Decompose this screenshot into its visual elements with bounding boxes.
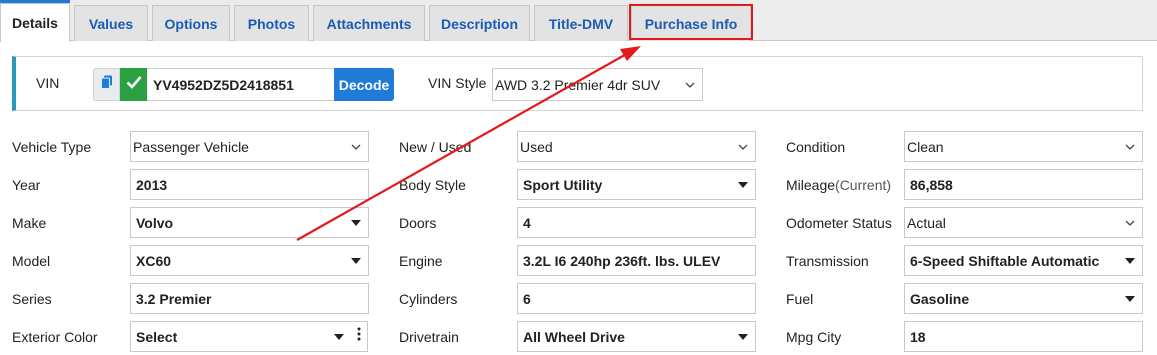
- caret-down-icon: [350, 217, 362, 229]
- odometer-status-label: Odometer Status: [786, 215, 892, 231]
- vehicle-type-select[interactable]: Passenger Vehicle: [130, 131, 369, 162]
- model-select[interactable]: XC60: [130, 245, 369, 276]
- model-value: XC60: [136, 252, 172, 269]
- tab-options[interactable]: Options: [152, 5, 230, 41]
- new-used-value: Used: [520, 138, 553, 155]
- exterior-color-select[interactable]: Select: [130, 321, 352, 352]
- chevron-down-icon: [1124, 217, 1136, 229]
- chevron-down-icon: [350, 141, 362, 153]
- exterior-color-options-button[interactable]: [351, 321, 368, 352]
- year-label: Year: [12, 177, 41, 193]
- body-style-value: Sport Utility: [523, 176, 603, 193]
- copy-icon: [100, 75, 113, 94]
- fuel-select[interactable]: Gasoline: [904, 283, 1143, 314]
- body-style-select[interactable]: Sport Utility: [517, 169, 756, 200]
- chevron-down-icon: [1124, 141, 1136, 153]
- fuel-value: Gasoline: [910, 290, 970, 307]
- make-label: Make: [12, 215, 47, 231]
- doors-input[interactable]: 4: [517, 207, 756, 238]
- transmission-label: Transmission: [786, 253, 869, 269]
- tab-title-dmv[interactable]: Title-DMV: [534, 5, 628, 41]
- vin-style-label: VIN Style: [428, 75, 487, 91]
- engine-input[interactable]: 3.2L I6 240hp 236ft. lbs. ULEV: [517, 245, 756, 276]
- condition-select[interactable]: Clean: [904, 131, 1143, 162]
- tab-bar: Details Values Options Photos Attachment…: [0, 0, 1157, 42]
- tab-description[interactable]: Description: [429, 5, 530, 41]
- caret-down-icon: [1124, 255, 1136, 267]
- mpg-city-input[interactable]: 18: [904, 321, 1143, 352]
- drivetrain-label: Drivetrain: [399, 329, 459, 345]
- cylinders-input[interactable]: 6: [517, 283, 756, 314]
- doors-label: Doors: [399, 215, 437, 231]
- fuel-label: Fuel: [786, 291, 814, 307]
- caret-down-icon: [1124, 293, 1136, 305]
- odometer-status-value: Actual: [907, 214, 946, 231]
- caret-down-icon: [333, 331, 345, 343]
- vin-label: VIN: [36, 75, 60, 91]
- exterior-color-label: Exterior Color: [12, 329, 98, 345]
- cylinders-label: Cylinders: [399, 291, 458, 307]
- make-select[interactable]: Volvo: [130, 207, 369, 238]
- mileage-label-text: Mileage: [786, 177, 836, 193]
- caret-down-icon: [737, 179, 749, 191]
- tab-values[interactable]: Values: [74, 5, 148, 41]
- vin-panel: VIN YV4952DZ5D2418851 Decode VIN Style A…: [12, 56, 1143, 111]
- check-icon: [126, 75, 142, 94]
- kebab-icon: [357, 327, 361, 346]
- mileage-input[interactable]: 86,858: [904, 169, 1143, 200]
- year-input[interactable]: 2013: [130, 169, 369, 200]
- decode-button[interactable]: Decode: [334, 68, 394, 101]
- series-label: Series: [12, 291, 52, 307]
- chevron-down-icon: [684, 79, 696, 91]
- tab-details[interactable]: Details: [0, 3, 70, 42]
- vin-style-value: AWD 3.2 Premier 4dr SUV: [495, 76, 661, 93]
- engine-label: Engine: [399, 253, 443, 269]
- vin-valid-indicator: [120, 68, 147, 101]
- caret-down-icon: [737, 331, 749, 343]
- tab-attachments[interactable]: Attachments: [313, 5, 425, 41]
- exterior-color-value: Select: [136, 328, 178, 345]
- mileage-label-sub: (Current): [835, 177, 892, 193]
- mileage-label: Mileage(Current): [786, 177, 891, 193]
- vin-style-select[interactable]: AWD 3.2 Premier 4dr SUV: [492, 68, 703, 101]
- model-label: Model: [12, 253, 51, 269]
- condition-label: Condition: [786, 139, 846, 155]
- tab-photos[interactable]: Photos: [234, 5, 309, 41]
- copy-vin-button[interactable]: [93, 68, 120, 101]
- transmission-select[interactable]: 6-Speed Shiftable Automatic: [904, 245, 1143, 276]
- odometer-status-select[interactable]: Actual: [904, 207, 1143, 238]
- new-used-select[interactable]: Used: [517, 131, 756, 162]
- caret-down-icon: [350, 255, 362, 267]
- mpg-city-label: Mpg City: [786, 329, 842, 345]
- new-used-label: New / Used: [399, 139, 472, 155]
- vehicle-type-label: Vehicle Type: [12, 139, 92, 155]
- chevron-down-icon: [737, 141, 749, 153]
- transmission-value: 6-Speed Shiftable Automatic: [910, 252, 1100, 269]
- drivetrain-value: All Wheel Drive: [523, 328, 625, 345]
- body-style-label: Body Style: [399, 177, 466, 193]
- vehicle-type-value: Passenger Vehicle: [133, 138, 249, 155]
- make-value: Volvo: [136, 214, 174, 231]
- drivetrain-select[interactable]: All Wheel Drive: [517, 321, 756, 352]
- condition-value: Clean: [907, 138, 944, 155]
- series-input[interactable]: 3.2 Premier: [130, 283, 369, 314]
- vin-input[interactable]: YV4952DZ5D2418851: [147, 68, 335, 101]
- tab-purchase-info[interactable]: Purchase Info: [631, 5, 751, 41]
